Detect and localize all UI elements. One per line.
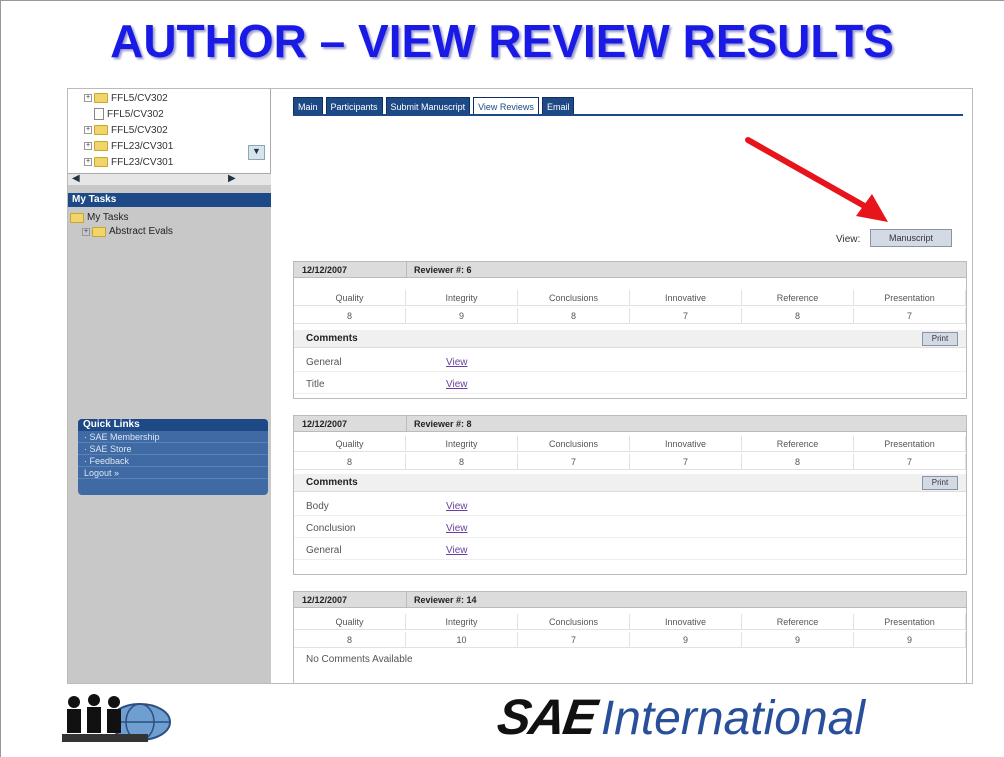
- review-header: 12/12/2007 Reviewer #: 8: [294, 416, 966, 432]
- score-header-row: Quality Integrity Conclusions Innovative…: [294, 436, 966, 452]
- score-header-row: Quality Integrity Conclusions Innovative…: [294, 290, 966, 306]
- review-block: 12/12/2007 Reviewer #: 6 Quality Integri…: [293, 261, 967, 399]
- app-screenshot: + FFL5/CV302 FFL5/CV302 + FFL5/CV302 + F…: [67, 88, 973, 684]
- tab-participants[interactable]: Participants: [325, 97, 383, 115]
- folder-icon: [94, 141, 108, 151]
- scroll-right-icon[interactable]: ▶: [228, 173, 236, 184]
- tab-underline: [293, 114, 963, 116]
- comments-row: Comments Print: [294, 474, 966, 492]
- tree-item[interactable]: + FFL5/CV302: [84, 91, 168, 105]
- organization-logo-icon: [62, 694, 171, 742]
- tab-bar: Main Participants Submit Manuscript View…: [293, 97, 577, 115]
- comment-item: General View: [294, 540, 966, 560]
- review-date: 12/12/2007: [302, 265, 348, 275]
- expand-icon[interactable]: +: [84, 158, 92, 166]
- comment-item: Conclusion View: [294, 518, 966, 538]
- expand-icon[interactable]: +: [84, 142, 92, 150]
- sae-international-logo: SAE International: [494, 689, 865, 745]
- tree-item[interactable]: + FFL23/CV301: [84, 155, 173, 169]
- score-header-row: Quality Integrity Conclusions Innovative…: [294, 614, 966, 630]
- view-comment-link[interactable]: View: [446, 523, 468, 534]
- folder-icon: [94, 93, 108, 103]
- main-content: Main Participants Submit Manuscript View…: [278, 89, 970, 683]
- score-value-row: 8 9 8 7 8 7: [294, 308, 966, 324]
- no-comments-text: No Comments Available: [306, 654, 413, 665]
- quick-links-panel: Quick Links · SAE Membership · SAE Store…: [78, 419, 268, 495]
- score-value-row: 8 8 7 7 8 7: [294, 454, 966, 470]
- comment-item: Body View: [294, 496, 966, 516]
- manuscript-button[interactable]: Manuscript: [870, 229, 952, 247]
- print-button[interactable]: Print: [922, 476, 958, 490]
- quick-links-header: Quick Links: [78, 419, 268, 431]
- comment-item: Title View: [294, 374, 966, 394]
- expand-icon[interactable]: +: [84, 94, 92, 102]
- review-block: 12/12/2007 Reviewer #: 14 Quality Integr…: [293, 591, 967, 683]
- folder-icon: [70, 212, 84, 223]
- view-comment-link[interactable]: View: [446, 501, 468, 512]
- score-value-row: 8 10 7 9 9 9: [294, 632, 966, 648]
- comments-label: Comments: [306, 477, 358, 488]
- task-root[interactable]: My Tasks: [70, 211, 129, 224]
- expand-icon[interactable]: +: [82, 227, 90, 236]
- view-comment-link[interactable]: View: [446, 379, 468, 390]
- folder-icon: [94, 157, 108, 167]
- logout-link[interactable]: Logout »: [78, 467, 268, 479]
- task-abstract-evals[interactable]: + Abstract Evals: [82, 225, 173, 238]
- review-date: 12/12/2007: [302, 419, 348, 429]
- review-header: 12/12/2007 Reviewer #: 6: [294, 262, 966, 278]
- reviewer-number: Reviewer #: 6: [414, 265, 472, 275]
- expand-icon[interactable]: +: [84, 126, 92, 134]
- folder-tree: + FFL5/CV302 FFL5/CV302 + FFL5/CV302 + F…: [68, 89, 271, 185]
- scroll-left-icon[interactable]: ◀: [72, 173, 80, 184]
- reviewer-number: Reviewer #: 14: [414, 595, 477, 605]
- my-tasks-header: My Tasks: [68, 193, 271, 207]
- print-button[interactable]: Print: [922, 332, 958, 346]
- tree-item[interactable]: + FFL23/CV301: [84, 139, 173, 153]
- view-comment-link[interactable]: View: [446, 545, 468, 556]
- review-date: 12/12/2007: [302, 595, 348, 605]
- quick-link-membership[interactable]: · SAE Membership: [78, 431, 268, 443]
- view-label: View:: [836, 234, 861, 245]
- tree-item[interactable]: FFL5/CV302: [84, 107, 164, 121]
- quick-link-feedback[interactable]: · Feedback: [78, 455, 268, 467]
- tab-submit-manuscript[interactable]: Submit Manuscript: [385, 97, 471, 115]
- review-header: 12/12/2007 Reviewer #: 14: [294, 592, 966, 608]
- horizontal-scrollbar[interactable]: ◀ ▶: [68, 173, 271, 185]
- tab-main[interactable]: Main: [293, 97, 323, 115]
- folder-icon: [94, 125, 108, 135]
- comment-item: General View: [294, 352, 966, 372]
- comments-label: Comments: [306, 333, 358, 344]
- quick-link-store[interactable]: · SAE Store: [78, 443, 268, 455]
- tree-item[interactable]: + FFL5/CV302: [84, 123, 168, 137]
- scroll-down-button[interactable]: ▼: [248, 145, 265, 160]
- slide-title: AUTHOR – VIEW REVIEW RESULTS: [110, 15, 894, 67]
- review-block: 12/12/2007 Reviewer #: 8 Quality Integri…: [293, 415, 967, 575]
- folder-icon: [92, 226, 106, 237]
- tab-email[interactable]: Email: [541, 97, 575, 115]
- comments-row: Comments Print: [294, 330, 966, 348]
- tab-view-reviews[interactable]: View Reviews: [473, 97, 539, 115]
- left-panel: + FFL5/CV302 FFL5/CV302 + FFL5/CV302 + F…: [68, 89, 271, 683]
- document-icon: [94, 108, 104, 120]
- reviewer-number: Reviewer #: 8: [414, 419, 472, 429]
- view-comment-link[interactable]: View: [446, 357, 468, 368]
